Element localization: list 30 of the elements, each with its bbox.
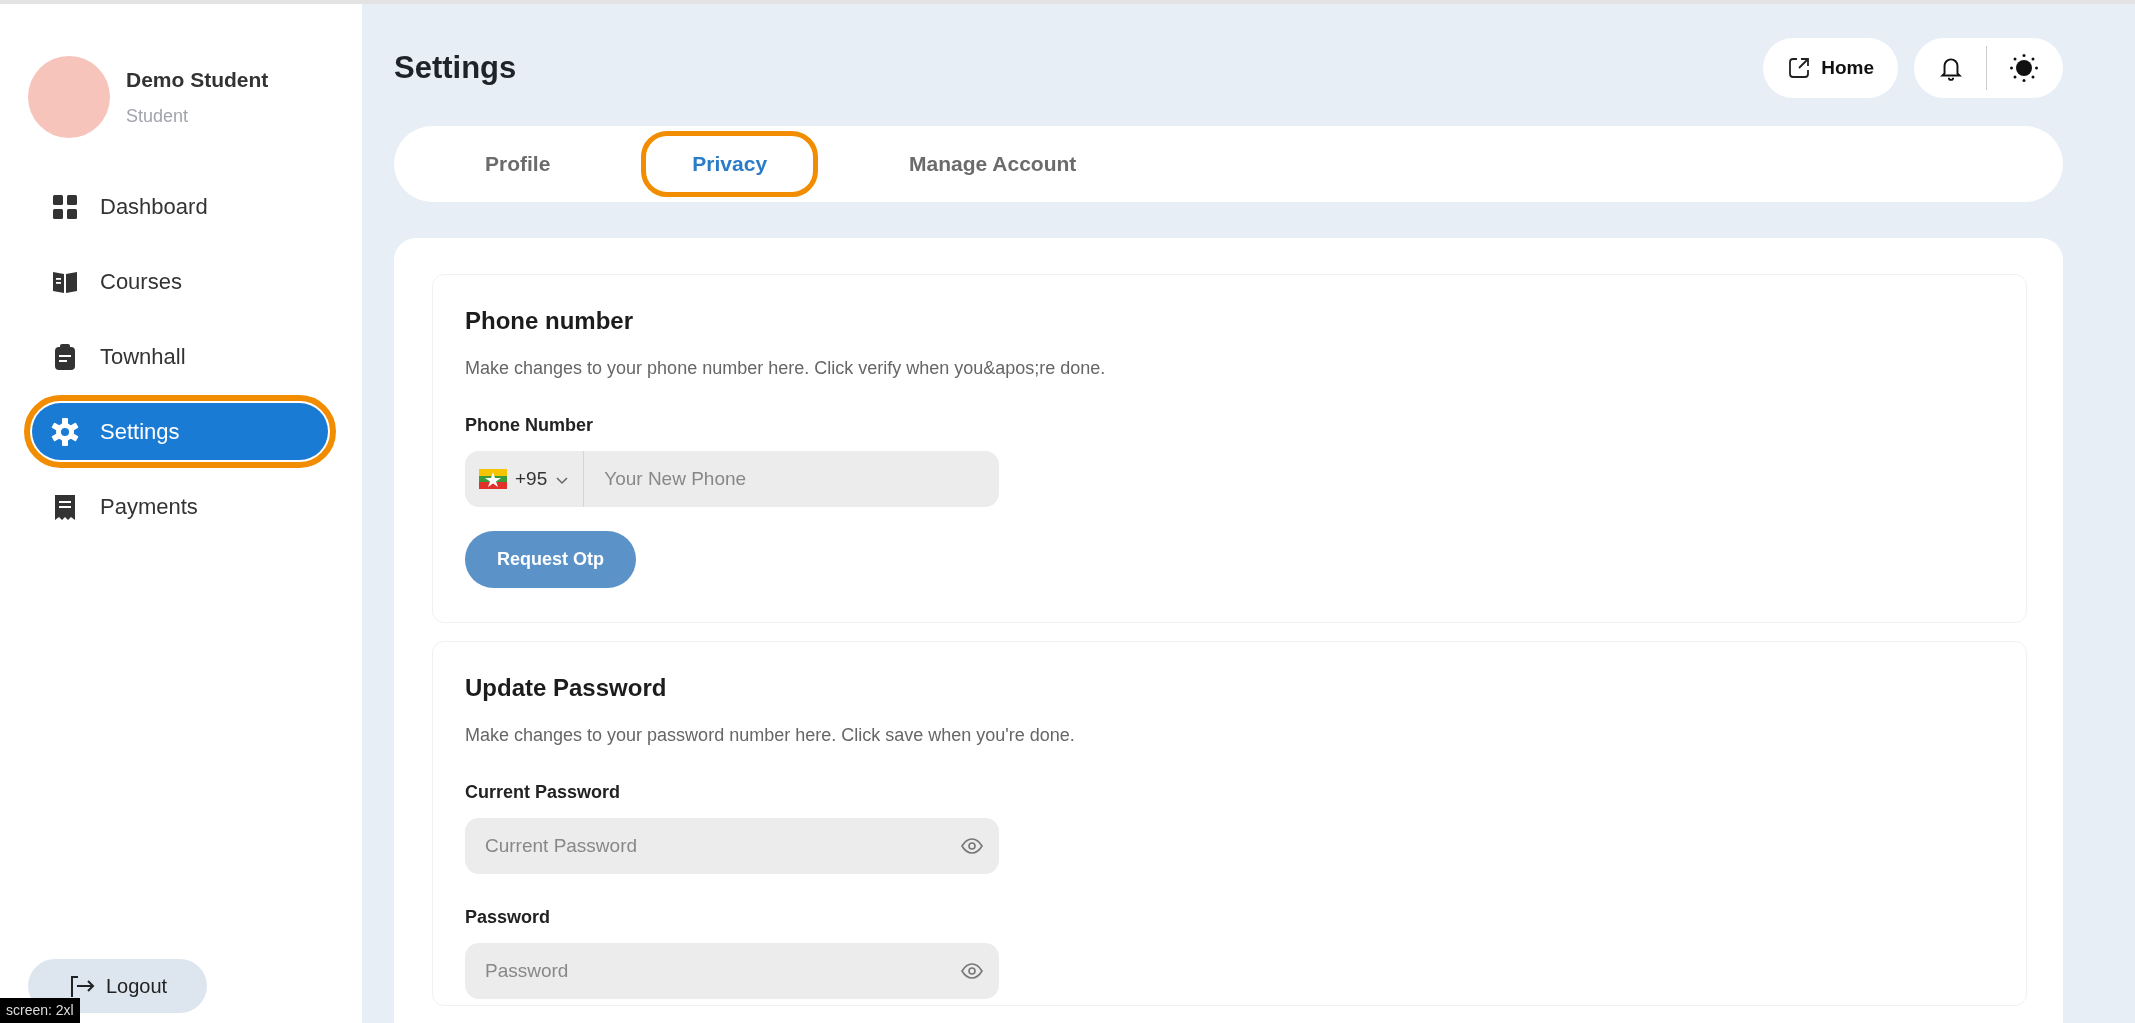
sidebar-item[interactable]: Courses [32, 253, 328, 310]
eye-icon[interactable] [961, 838, 983, 854]
user-role: Student [126, 105, 190, 129]
section-description: Make changes to your password number here. Click save when you're done. [465, 724, 1076, 747]
tab[interactable]: Privacy [641, 131, 819, 197]
section-title: Update Password [465, 673, 668, 703]
settings-icon [50, 416, 80, 447]
phone-field[interactable]: +95 Your New Phone [465, 451, 999, 507]
page-title: Settings [394, 49, 517, 87]
tab[interactable]: Profile [434, 131, 602, 197]
tab[interactable]: Manage Account [858, 131, 1128, 197]
field-label: Password [465, 906, 552, 929]
screen-size-badge: screen: 2xl [0, 998, 80, 1023]
chevron-down-icon [555, 474, 570, 485]
sun-icon[interactable] [2009, 53, 2039, 83]
sidebar-item[interactable]: Payments [32, 478, 328, 535]
section-description: Make changes to your phone number here. Click verify when you&apos;re done. [465, 357, 1107, 380]
field-label: Current Password [465, 781, 622, 804]
logout-icon [68, 973, 96, 999]
home-button[interactable]: Home [1763, 38, 1898, 98]
flag-icon [479, 469, 507, 489]
country-code-select[interactable]: +95 [465, 451, 585, 507]
external-link-icon [1787, 56, 1812, 80]
sidebar-item[interactable]: Dashboard [32, 178, 328, 235]
user-name: Demo Student [126, 66, 269, 93]
section-title: Phone number [465, 306, 634, 336]
eye-icon[interactable] [961, 963, 983, 979]
field-label: Phone Number [465, 414, 594, 437]
sidebar-item[interactable]: Townhall [32, 328, 328, 385]
phone-input[interactable]: Your New Phone [584, 451, 999, 507]
